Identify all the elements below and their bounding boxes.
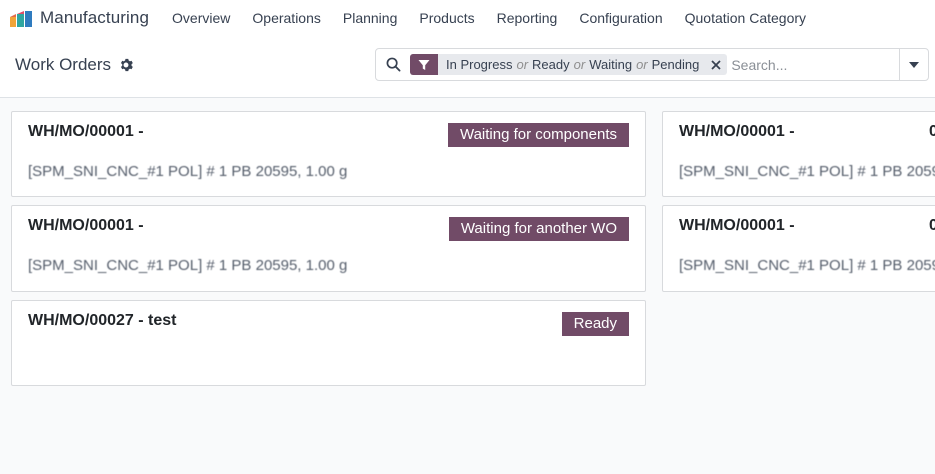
card-product: [SPM_SNI_CNC_#1 POL] # 1 PB 20595, 1.00 … (28, 163, 348, 180)
work-order-card[interactable]: WH/MO/00001 - Waiting for another WO [SP… (11, 205, 646, 292)
menu-quotation-category[interactable]: Quotation Category (674, 0, 817, 36)
card-product: [SPM_SNI_CNC_#1 POL] # 1 PB 20595, 1.00 … (28, 257, 348, 274)
caret-down-icon (909, 61, 919, 68)
work-order-card[interactable]: WH/MO/00001 - 0 [SPM_SNI_CNC_#1 POL] # 1… (662, 111, 935, 197)
manufacturing-logo-icon (10, 11, 32, 27)
menu-configuration[interactable]: Configuration (568, 0, 673, 36)
card-reference: WH/MO/00027 (28, 312, 134, 329)
facet-separator: or (573, 57, 586, 72)
card-suffix: - (138, 217, 144, 234)
menu-reporting[interactable]: Reporting (486, 0, 569, 36)
page-title: Work Orders (15, 55, 112, 74)
search-icon[interactable] (376, 49, 410, 80)
card-reference: WH/MO/00001 (28, 123, 134, 140)
menu-overview[interactable]: Overview (161, 0, 241, 36)
menu-products[interactable]: Products (408, 0, 485, 36)
facet-value: Pending (651, 57, 700, 72)
status-badge: Waiting for another WO (448, 217, 629, 241)
breadcrumb: Work Orders (15, 55, 133, 75)
card-title: WH/MO/00027 - test (28, 312, 177, 330)
search-bar: In Progress or Ready or Waiting or Pending (375, 48, 929, 81)
card-product: [SPM_SNI_CNC_#1 POL] # 1 PB 20595 (679, 163, 935, 180)
card-title: WH/MO/00001 - (28, 217, 144, 235)
card-reference: WH/MO/00001 (679, 217, 785, 234)
facet-value: Ready (532, 57, 570, 72)
card-title: WH/MO/00001 - (679, 123, 795, 141)
status-badge: Waiting for components (447, 123, 629, 147)
work-order-card[interactable]: WH/MO/00001 - 0 [SPM_SNI_CNC_#1 POL] # 1… (662, 205, 935, 292)
search-options-toggle[interactable] (899, 49, 928, 80)
facet-separator: or (516, 57, 529, 72)
card-suffix: - (138, 123, 144, 140)
search-input[interactable] (731, 56, 892, 73)
card-suffix: - (789, 123, 795, 140)
menu-operations[interactable]: Operations (241, 0, 331, 36)
app-name: Manufacturing (40, 8, 150, 27)
facet-values: In Progress or Ready or Waiting or Pending (438, 57, 705, 72)
top-navbar: Manufacturing Overview Operations Planni… (0, 0, 935, 36)
app-brand[interactable]: Manufacturing (9, 0, 149, 36)
filter-icon (410, 54, 438, 75)
card-badge-clipped: 0 (929, 123, 935, 141)
close-icon[interactable] (705, 54, 727, 75)
facet-value: In Progress (446, 57, 513, 72)
control-panel: Work Orders In Progress or Ready or Waiting o… (0, 36, 935, 98)
card-title: WH/MO/00001 - (28, 123, 144, 141)
facet-value: Waiting (589, 57, 633, 72)
work-order-card[interactable]: WH/MO/00027 - test Ready (11, 300, 646, 386)
card-title: WH/MO/00001 - (679, 217, 795, 235)
status-badge: Ready (561, 312, 629, 336)
main-menu: Overview Operations Planning Products Re… (161, 0, 817, 36)
menu-planning[interactable]: Planning (332, 0, 409, 36)
card-suffix: - (789, 217, 795, 234)
card-reference: WH/MO/00001 (679, 123, 785, 140)
card-badge-clipped: 0 (929, 217, 935, 235)
work-order-card[interactable]: WH/MO/00001 - Waiting for components [SP… (11, 111, 646, 197)
card-reference: WH/MO/00001 (28, 217, 134, 234)
search-facet-status[interactable]: In Progress or Ready or Waiting or Pending (410, 54, 728, 75)
card-suffix: - test (138, 312, 177, 329)
gear-icon[interactable] (119, 58, 133, 72)
facet-separator: or (636, 57, 648, 72)
card-product: [SPM_SNI_CNC_#1 POL] # 1 PB 20595 (679, 257, 935, 274)
